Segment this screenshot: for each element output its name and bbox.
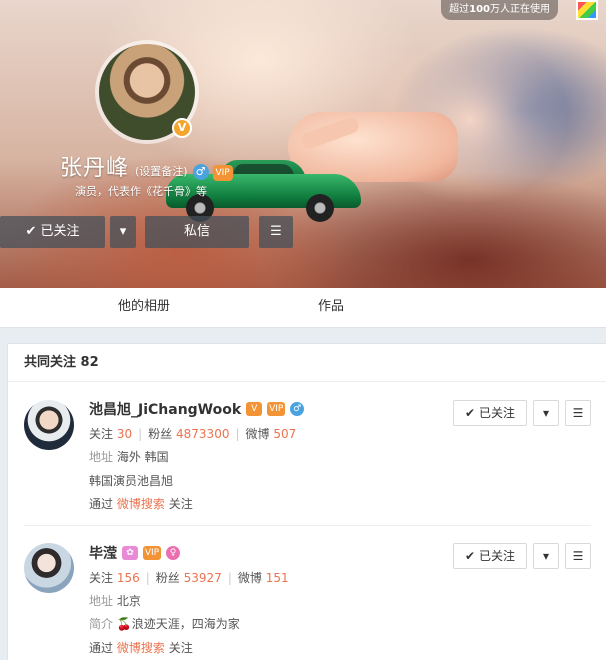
message-button[interactable]: 私信 [145,216,249,248]
user-bio: 简介 🍒浪迹天涯，四海为家 [89,617,240,631]
female-gender-icon: ♀ [166,546,180,560]
user-follow-source: 通过 微博搜索 关注 [89,497,193,511]
tab-works[interactable]: 作品 [318,288,344,328]
check-icon: ✔ [25,224,37,239]
male-gender-icon: ♂ [192,164,209,180]
more-menu-button[interactable]: ☰ [565,400,591,426]
user-location: 地址 北京 [89,594,141,608]
user-bio: 韩国演员池昌旭 [89,474,174,488]
followed-button[interactable]: ✔ 已关注 [453,400,527,426]
user-stats: 关注 30 | 粉丝 4873300 | 微博 507 [89,427,297,441]
male-gender-icon: ♂ [290,402,305,416]
vip-member-icon[interactable]: VIP [212,165,233,181]
user-stats: 关注 156 | 粉丝 53927 | 微博 151 [89,571,289,585]
check-icon: ✔ [465,549,476,563]
profile-cover: 超过100万人正在使用 V 张丹峰 (设置备注) ♂ VIP 演员，代表作《花千… [0,0,606,288]
profile-tabs: 他的相册 作品 [0,288,606,328]
online-users-badge: 超过100万人正在使用 [441,0,558,20]
set-remark-link[interactable]: (设置备注) [135,163,188,179]
profile-intro: 演员，代表作《花千骨》等 [75,185,207,198]
more-menu-button[interactable]: ☰ [259,216,293,248]
more-menu-button[interactable]: ☰ [565,543,591,569]
user-name[interactable]: 毕滢 ✿ VIP ♀ [89,543,180,563]
verified-v-icon: V [172,118,192,138]
chevron-down-icon: ▾ [542,549,550,563]
color-palette-icon[interactable] [576,0,598,20]
verified-v-icon: V [246,402,263,416]
user-location: 地址 海外 韩国 [89,450,169,464]
vip-member-icon: VIP [143,546,161,560]
chevron-down-icon: ▾ [542,406,550,420]
user-avatar[interactable] [24,400,74,450]
hamburger-menu-icon: ☰ [572,549,584,563]
follow-options-dropdown[interactable]: ▾ [533,543,559,569]
follow-options-dropdown[interactable]: ▾ [110,216,136,248]
profile-name: 张丹峰 [60,156,130,181]
bunny-badge-icon: ✿ [122,546,138,560]
user-name[interactable]: 池昌旭_JiChangWook V VIP ♂ [89,399,305,419]
chevron-down-icon: ▾ [119,224,127,239]
list-item: 池昌旭_JiChangWook V VIP ♂ 关注 30 | 粉丝 4873300… [8,382,606,525]
check-icon: ✔ [465,406,476,420]
common-follow-header: 共同关注 82 [8,344,606,382]
list-item: 毕滢 ✿ VIP ♀ 关注 156 | 粉丝 53927 | 微博 151 地址 北京 … [8,526,606,660]
followed-button[interactable]: ✔ 已关注 [0,216,105,248]
profile-name-row: 张丹峰 (设置备注) ♂ VIP [60,150,233,182]
hamburger-menu-icon: ☰ [572,406,584,420]
follow-options-dropdown[interactable]: ▾ [533,400,559,426]
hamburger-menu-icon: ☰ [270,224,282,239]
tab-album[interactable]: 他的相册 [118,288,170,328]
vip-member-icon: VIP [267,402,286,416]
followed-button[interactable]: ✔ 已关注 [453,543,527,569]
user-follow-source: 通过 微博搜索 关注 [89,641,193,655]
user-avatar[interactable] [24,543,74,593]
common-follow-card: 共同关注 82 池昌旭_JiChangWook V VIP ♂ 关注 30 | 粉丝… [7,343,606,660]
